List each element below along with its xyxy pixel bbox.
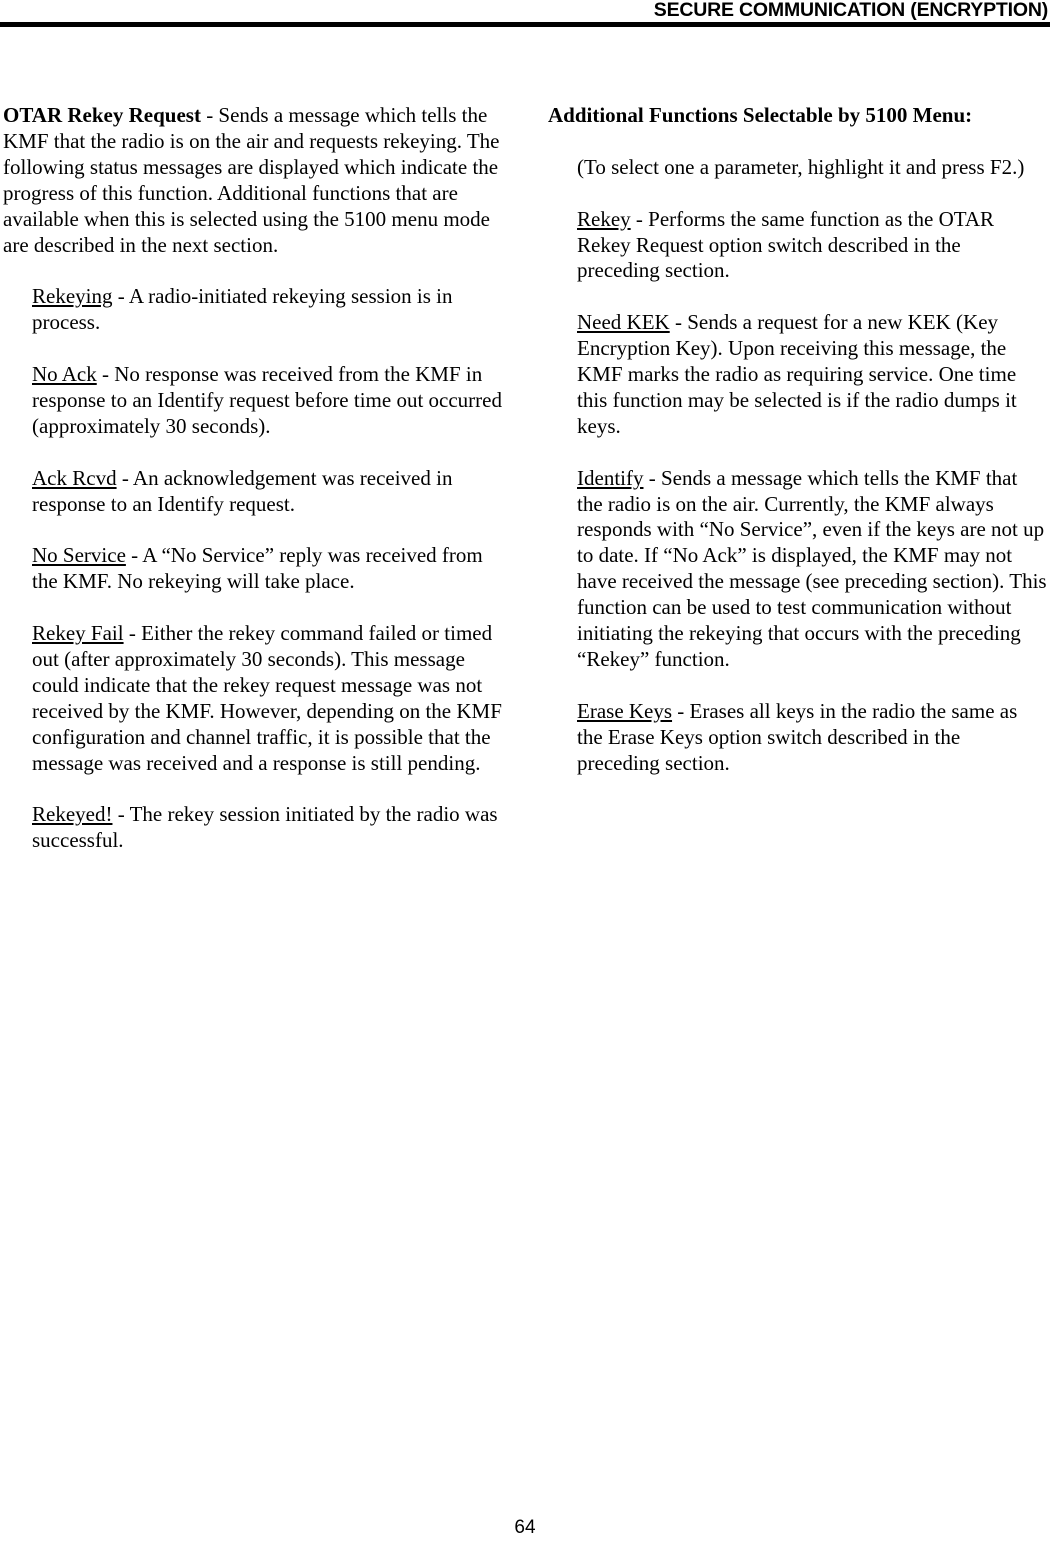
function-erase-keys: Erase Keys - Erases all keys in the radi… bbox=[577, 699, 1048, 777]
additional-functions-note: (To select one a parameter, highlight it… bbox=[577, 154, 1025, 179]
status-message-rekeying: Rekeying - A radio-initiated rekeying se… bbox=[32, 284, 503, 336]
additional-functions-heading: Additional Functions Selectable by 5100 … bbox=[548, 103, 973, 127]
status-message-ack-rcvd-term: Ack Rcvd bbox=[32, 465, 117, 490]
left-column: OTAR Rekey Request - Sends a message whi… bbox=[3, 103, 503, 854]
page-header: SECURE COMMUNICATION (ENCRYPTION) bbox=[0, 0, 1050, 27]
status-message-rekeyed-term: Rekeyed! bbox=[32, 802, 113, 827]
status-message-no-ack: No Ack - No response was received from t… bbox=[32, 362, 503, 440]
status-message-no-ack-body: - No response was received from the KMF … bbox=[32, 362, 502, 438]
function-rekey-body: - Performs the same function as the OTAR… bbox=[577, 206, 995, 283]
right-column: Additional Functions Selectable by 5100 … bbox=[548, 103, 1048, 776]
function-identify-body: - Sends a message which tells the KMF th… bbox=[577, 465, 1047, 671]
function-need-kek-term: Need KEK bbox=[577, 310, 670, 335]
page-number: 64 bbox=[514, 1517, 536, 1538]
header-rule bbox=[0, 22, 1050, 27]
status-message-no-ack-term: No Ack bbox=[32, 362, 97, 387]
status-message-ack-rcvd: Ack Rcvd - An acknowledgement was receiv… bbox=[32, 466, 503, 518]
status-message-no-service-term: No Service bbox=[32, 543, 126, 568]
function-rekey: Rekey - Performs the same function as th… bbox=[577, 207, 1048, 285]
function-erase-keys-term: Erase Keys bbox=[577, 698, 673, 723]
status-message-rekey-fail: Rekey Fail - Either the rekey command fa… bbox=[32, 621, 503, 776]
function-identify: Identify - Sends a message which tells t… bbox=[577, 466, 1048, 673]
otar-rekey-request-term: OTAR Rekey Request bbox=[3, 103, 201, 127]
status-message-no-service: No Service - A “No Service” reply was re… bbox=[32, 543, 503, 595]
otar-rekey-request-paragraph: OTAR Rekey Request - Sends a message whi… bbox=[3, 103, 503, 258]
status-message-rekeying-term: Rekeying bbox=[32, 284, 113, 309]
status-message-rekeyed: Rekeyed! - The rekey session initiated b… bbox=[32, 802, 503, 854]
function-need-kek: Need KEK - Sends a request for a new KEK… bbox=[577, 310, 1048, 440]
status-message-rekey-fail-term: Rekey Fail bbox=[32, 621, 124, 646]
function-rekey-term: Rekey bbox=[577, 206, 631, 231]
page-header-title: SECURE COMMUNICATION (ENCRYPTION) bbox=[653, 0, 1048, 21]
function-identify-term: Identify bbox=[577, 465, 644, 490]
